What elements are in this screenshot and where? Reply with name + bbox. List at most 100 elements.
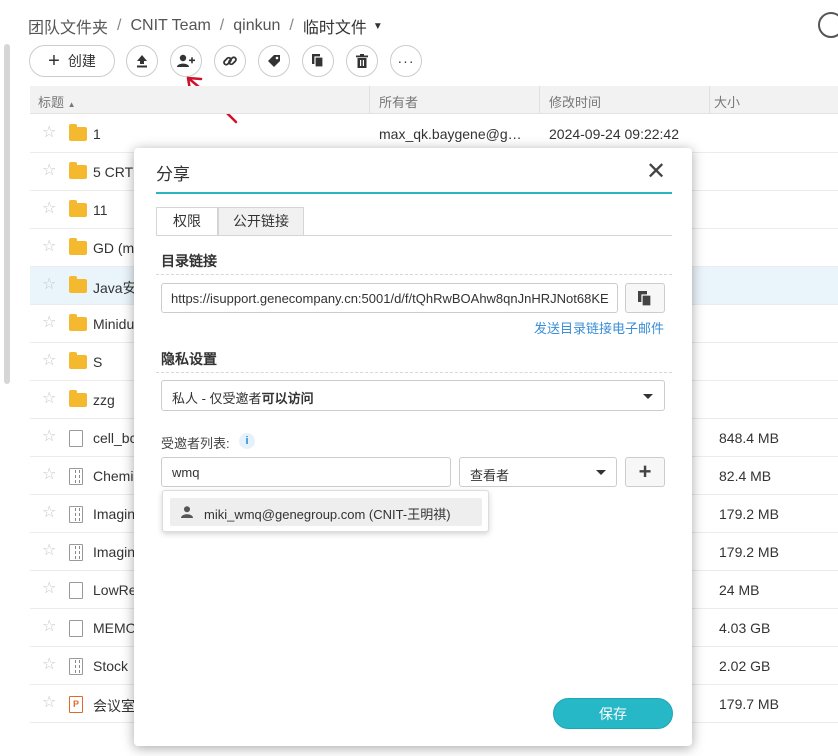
file-name[interactable]: 1	[93, 126, 101, 142]
star-icon[interactable]: ☆	[42, 619, 56, 635]
star-icon[interactable]: ☆	[42, 695, 56, 711]
breadcrumb-item[interactable]: 团队文件夹	[28, 14, 108, 38]
file-size: 179.2 MB	[719, 544, 779, 560]
file-name[interactable]: Chemi	[93, 468, 133, 484]
star-icon[interactable]: ☆	[42, 543, 56, 559]
privacy-select[interactable]: 私人 - 仅受邀者可以访问	[161, 380, 665, 411]
file-name[interactable]: cell_bc	[93, 430, 137, 446]
file-mtime: 2024-09-24 09:22:42	[549, 126, 679, 142]
tab-public-link[interactable]: 公开链接	[218, 207, 304, 236]
close-icon[interactable]: ✕	[646, 160, 666, 184]
star-icon[interactable]: ☆	[42, 429, 56, 445]
suggestion-item[interactable]: miki_wmq@genegroup.com (CNIT-王明祺)	[170, 498, 482, 526]
star-icon[interactable]: ☆	[42, 467, 56, 483]
more-button[interactable]: ···	[390, 45, 422, 77]
role-value: 查看者	[470, 468, 510, 483]
breadcrumb-current[interactable]: 临时文件	[303, 14, 367, 38]
left-scrollbar[interactable]	[4, 44, 10, 384]
star-icon[interactable]: ☆	[42, 277, 56, 293]
divider	[156, 372, 672, 373]
star-icon[interactable]: ☆	[42, 125, 56, 141]
link-icon	[223, 56, 237, 66]
breadcrumb: 团队文件夹 / CNIT Team / qinkun / 临时文件 ▼	[28, 14, 383, 38]
divider	[156, 274, 672, 275]
table-header: 标题 ▲ 所有者 修改时间 大小	[30, 86, 838, 114]
file-icon	[69, 430, 83, 447]
archive-file-icon	[69, 506, 83, 523]
privacy-value-emphasis: 可以访问	[261, 391, 314, 406]
file-name[interactable]: 11	[93, 202, 108, 218]
save-button[interactable]: 保存	[553, 698, 673, 729]
file-size: 179.2 MB	[719, 506, 779, 522]
ppt-file-icon: P	[69, 696, 83, 713]
upload-icon	[137, 55, 147, 68]
info-icon[interactable]: i	[239, 433, 255, 449]
archive-file-icon	[69, 658, 83, 675]
col-title-header[interactable]: 标题 ▲	[38, 92, 76, 111]
file-name[interactable]: zzg	[93, 392, 115, 408]
add-invitee-button[interactable]: +	[625, 457, 665, 487]
folder-icon	[69, 314, 87, 331]
copy-icon	[312, 54, 324, 68]
privacy-title: 隐私设置	[161, 351, 217, 367]
upload-button[interactable]	[126, 45, 158, 77]
copy-button[interactable]	[302, 45, 334, 77]
file-size: 82.4 MB	[719, 468, 772, 484]
star-icon[interactable]: ☆	[42, 315, 56, 331]
column-divider[interactable]	[709, 86, 710, 114]
folder-icon	[69, 390, 87, 407]
star-icon[interactable]: ☆	[42, 201, 56, 217]
role-select[interactable]: 查看者	[459, 457, 617, 487]
tab-baseline	[156, 235, 672, 236]
file-size: 848.4 MB	[719, 430, 779, 446]
col-size-header[interactable]: 大小	[714, 92, 740, 111]
star-icon[interactable]: ☆	[42, 353, 56, 369]
file-name[interactable]: Imagin	[93, 544, 135, 560]
star-icon[interactable]: ☆	[42, 505, 56, 521]
invitee-suggestions: miki_wmq@genegroup.com (CNIT-王明祺)	[162, 490, 489, 532]
file-name[interactable]: S	[93, 354, 102, 370]
star-icon[interactable]: ☆	[42, 657, 56, 673]
delete-button[interactable]	[346, 45, 378, 77]
col-mtime-header[interactable]: 修改时间	[549, 92, 601, 111]
copy-link-button[interactable]	[625, 283, 665, 313]
file-name[interactable]: Minidu	[93, 316, 134, 332]
breadcrumb-separator: /	[219, 17, 225, 34]
star-icon[interactable]: ☆	[42, 163, 56, 179]
file-name[interactable]: Stock	[93, 658, 128, 674]
caret-down-icon	[596, 470, 606, 475]
invitee-input[interactable]: wmq	[161, 457, 451, 487]
suggestion-text: miki_wmq@genegroup.com (CNIT-王明祺)	[204, 507, 451, 522]
file-name[interactable]: Imagin	[93, 506, 135, 522]
invitee-list-label: 受邀者列表:	[161, 436, 230, 451]
column-divider[interactable]	[369, 86, 370, 114]
dir-link-title: 目录链接	[161, 253, 217, 269]
breadcrumb-item[interactable]: qinkun	[233, 17, 280, 35]
caret-down-icon[interactable]: ▼	[373, 21, 383, 32]
account-icon[interactable]	[818, 12, 838, 38]
column-divider[interactable]	[539, 86, 540, 114]
star-icon[interactable]: ☆	[42, 391, 56, 407]
user-icon	[181, 506, 193, 518]
file-size: 4.03 GB	[719, 620, 771, 636]
create-button[interactable]: + 创建	[29, 45, 115, 77]
tag-button[interactable]	[258, 45, 290, 77]
trash-icon	[356, 54, 368, 68]
star-icon[interactable]: ☆	[42, 581, 56, 597]
dir-link-field[interactable]: https://isupport.genecompany.cn:5001/d/f…	[161, 283, 618, 313]
file-icon	[69, 620, 83, 637]
file-name[interactable]: LowRe	[93, 582, 137, 598]
dialog-title: 分享	[156, 165, 190, 184]
star-icon[interactable]: ☆	[42, 239, 56, 255]
breadcrumb-item[interactable]: CNIT Team	[130, 17, 210, 35]
tab-permissions[interactable]: 权限	[156, 207, 218, 236]
file-name[interactable]: GD (m	[93, 240, 134, 256]
file-name[interactable]: 会议室	[93, 696, 135, 716]
file-name[interactable]: Java安	[93, 278, 137, 298]
col-owner-header[interactable]: 所有者	[379, 92, 418, 111]
file-name[interactable]: 5 CRT	[93, 164, 133, 180]
send-link-email-link[interactable]: 发送目录链接电子邮件	[534, 318, 664, 337]
file-size: 179.7 MB	[719, 696, 779, 712]
share-dialog: 分享 ✕ 公开链接 权限 目录链接 https://isupport.genec…	[134, 148, 692, 746]
file-name[interactable]: MEMO	[93, 620, 137, 636]
